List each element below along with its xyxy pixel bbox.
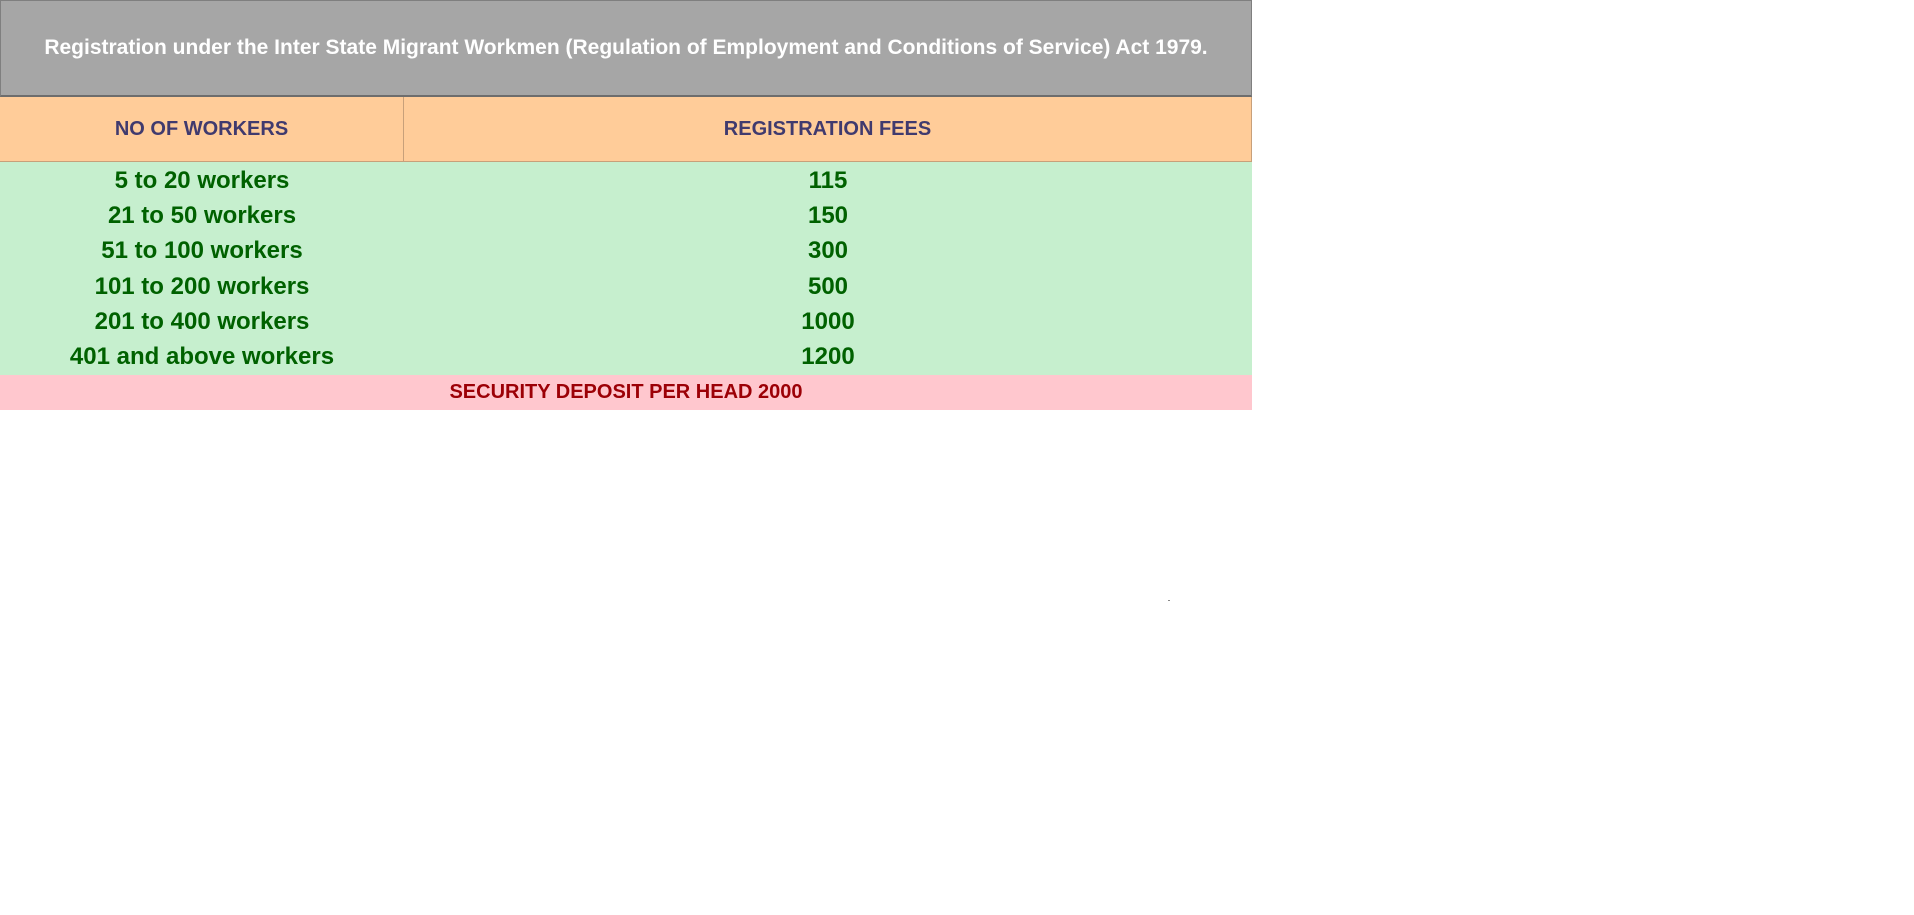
table-row: 101 to 200 workers 500 [0, 269, 1252, 304]
fee-sheet: Registration under the Inter State Migra… [0, 0, 1252, 410]
security-deposit-row[interactable]: SECURITY DEPOSIT PER HEAD 2000 [0, 374, 1252, 410]
fee-cell[interactable]: 1200 [404, 339, 1252, 374]
table-header-row: NO OF WORKERS REGISTRATION FEES [0, 97, 1252, 162]
table-row: 5 to 20 workers 115 [0, 163, 1252, 198]
workers-cell[interactable]: 201 to 400 workers [0, 304, 404, 339]
table-row: 401 and above workers 1200 [0, 339, 1252, 374]
fee-cell[interactable]: 1000 [404, 304, 1252, 339]
table-row: 51 to 100 workers 300 [0, 234, 1252, 269]
fee-cell[interactable]: 300 [404, 234, 1252, 269]
sheet-title: Registration under the Inter State Migra… [0, 0, 1252, 97]
workers-cell[interactable]: 51 to 100 workers [0, 234, 404, 269]
header-no-of-workers[interactable]: NO OF WORKERS [0, 97, 404, 161]
header-registration-fees[interactable]: REGISTRATION FEES [404, 97, 1252, 161]
table-row: 21 to 50 workers 150 [0, 198, 1252, 233]
workers-cell[interactable]: 401 and above workers [0, 339, 404, 374]
workers-cell[interactable]: 101 to 200 workers [0, 269, 404, 304]
stray-mark [1168, 600, 1170, 601]
fee-cell[interactable]: 115 [404, 163, 1252, 198]
workers-cell[interactable]: 21 to 50 workers [0, 198, 404, 233]
fee-cell[interactable]: 500 [404, 269, 1252, 304]
workers-cell[interactable]: 5 to 20 workers [0, 163, 404, 198]
fee-cell[interactable]: 150 [404, 198, 1252, 233]
table-body: 5 to 20 workers 115 21 to 50 workers 150… [0, 162, 1252, 375]
table-row: 201 to 400 workers 1000 [0, 304, 1252, 339]
